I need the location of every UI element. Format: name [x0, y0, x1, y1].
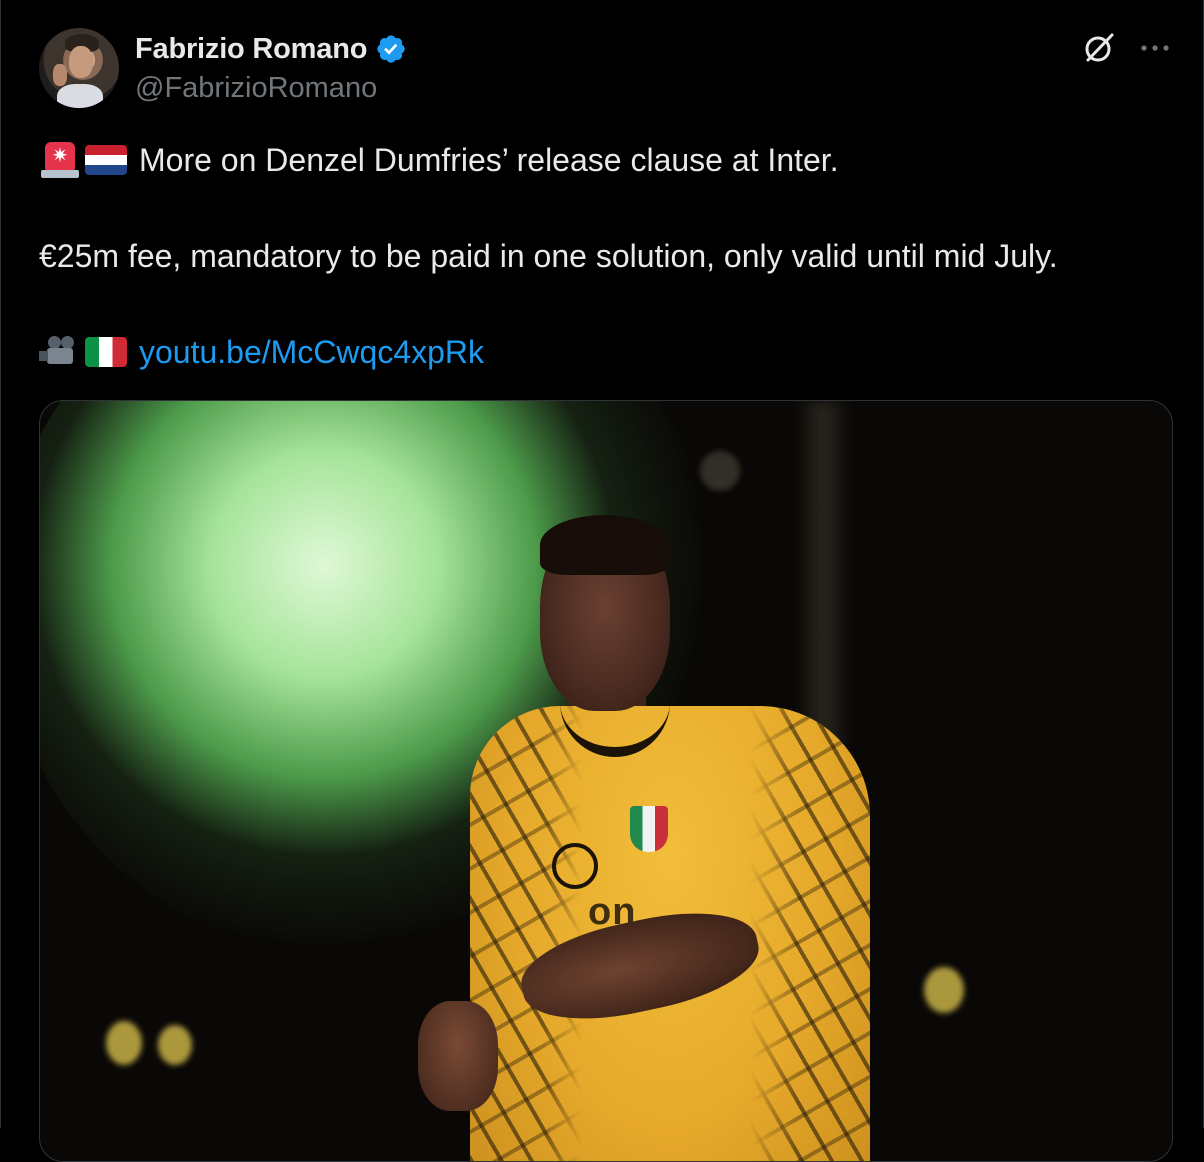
netherlands-flag-emoji	[85, 145, 127, 175]
player-hair	[540, 515, 670, 575]
tweet-container: Fabrizio Romano @FabrizioRomano ✷ More o…	[0, 0, 1204, 1162]
tweet-media-photo[interactable]: on	[39, 400, 1173, 1162]
player-hand-left	[418, 1001, 498, 1111]
avatar-shirt	[57, 84, 103, 108]
grok-icon	[1085, 33, 1114, 62]
author-name-row: Fabrizio Romano	[135, 30, 407, 68]
more-options-icon	[1141, 45, 1169, 51]
bokeh-light	[106, 1021, 142, 1065]
tweet-line-1: ✷ More on Denzel Dumfries’ release claus…	[39, 140, 1179, 180]
avatar-face	[69, 46, 93, 78]
tweet-text: ✷ More on Denzel Dumfries’ release claus…	[39, 140, 1179, 372]
grok-button[interactable]	[1081, 30, 1117, 66]
author-display-name[interactable]: Fabrizio Romano	[135, 33, 367, 66]
bokeh-light	[158, 1025, 192, 1065]
movie-camera-emoji	[39, 332, 81, 372]
tweet-line-2-text: €25m fee, mandatory to be paid in one so…	[39, 238, 1058, 274]
bokeh-light	[700, 451, 740, 491]
tweet-line-3: youtu.be/McCwqc4xpRk	[39, 332, 1179, 372]
youtube-link[interactable]: youtu.be/McCwqc4xpRk	[139, 332, 484, 372]
tweet-line-2: €25m fee, mandatory to be paid in one so…	[39, 236, 1179, 276]
avatar-hand	[53, 64, 67, 86]
bokeh-light	[924, 967, 964, 1013]
italy-flag-emoji	[85, 337, 127, 367]
italian-shield-patch	[630, 806, 668, 852]
police-siren-emoji: ✷	[39, 140, 81, 180]
club-badge	[552, 843, 598, 889]
author-avatar[interactable]	[39, 28, 119, 108]
more-options-button[interactable]	[1135, 30, 1175, 66]
tweet-line-1-text: More on Denzel Dumfries’ release clause …	[139, 142, 839, 178]
author-handle[interactable]: @FabrizioRomano	[135, 72, 377, 105]
verified-badge-icon[interactable]	[375, 33, 407, 65]
